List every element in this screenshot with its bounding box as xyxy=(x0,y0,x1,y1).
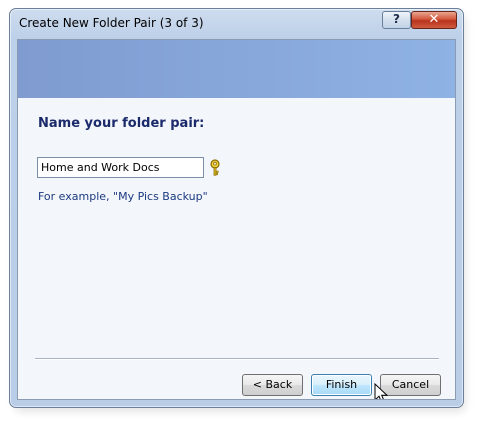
wizard-content: Name your folder pair: For example, "My … xyxy=(17,39,456,400)
folder-pair-name-input[interactable] xyxy=(37,157,204,178)
screen: Create New Folder Pair (3 of 3) ? ✕ Name… xyxy=(0,0,481,426)
finish-button[interactable]: Finish xyxy=(311,374,372,396)
key-icon[interactable] xyxy=(208,159,222,176)
back-button[interactable]: < Back xyxy=(242,374,303,396)
header-banner xyxy=(18,40,455,98)
close-button[interactable]: ✕ xyxy=(411,11,457,29)
mouse-cursor-icon xyxy=(374,383,388,399)
title-bar[interactable]: Create New Folder Pair (3 of 3) ? ✕ xyxy=(10,9,463,37)
window-title: Create New Folder Pair (3 of 3) xyxy=(19,16,204,30)
help-button[interactable]: ? xyxy=(382,11,411,29)
cancel-button[interactable]: Cancel xyxy=(380,374,441,396)
dialog-window: Create New Folder Pair (3 of 3) ? ✕ Name… xyxy=(9,8,464,408)
page-heading: Name your folder pair: xyxy=(38,116,205,131)
footer-separator xyxy=(35,358,439,360)
example-text: For example, "My Pics Backup" xyxy=(38,190,208,203)
